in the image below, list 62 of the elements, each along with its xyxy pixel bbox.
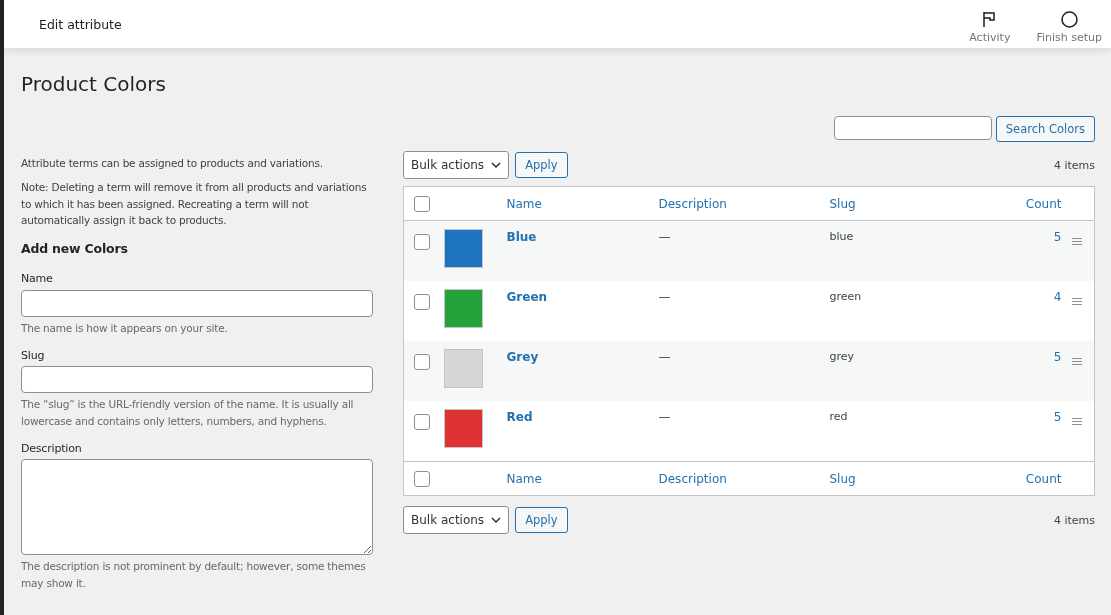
term-name-link[interactable]: Red <box>506 410 533 424</box>
circle-icon <box>1060 10 1078 28</box>
items-count: 4 items <box>1053 513 1095 527</box>
page-heading: Edit attribute <box>39 16 122 32</box>
input-field[interactable] <box>21 289 373 317</box>
table-cell: — <box>658 350 671 364</box>
help-text: The description is not prominent by default; however, some themes may show it. <box>21 559 367 592</box>
bulk-actions-dropdown[interactable]: Bulk actions <box>403 506 510 534</box>
column-header-link[interactable]: Slug <box>829 196 856 211</box>
column-header-link[interactable]: Description <box>658 471 727 486</box>
term-name-link[interactable]: Green <box>506 290 548 304</box>
items-count: 4 items <box>1053 158 1095 172</box>
checkbox[interactable] <box>414 354 430 370</box>
product-total-link[interactable]: 4 <box>1053 290 1062 304</box>
form-heading: Add new Colors <box>21 240 129 259</box>
field-label: Slug <box>21 347 46 364</box>
apply-button[interactable]: Apply <box>515 507 568 533</box>
checkbox[interactable] <box>414 234 430 250</box>
table-cell: green <box>829 290 862 303</box>
input-field[interactable] <box>21 366 373 394</box>
search-button[interactable]: Search Colors <box>995 116 1095 142</box>
header-action-link[interactable]: Finish setup <box>1036 4 1102 44</box>
term-name-link[interactable]: Grey <box>506 350 539 364</box>
help-text: The name is how it appears on your site. <box>21 320 229 336</box>
drag-handle-icon[interactable] <box>1072 418 1082 425</box>
field-label: Description <box>21 440 83 457</box>
search-field[interactable] <box>833 116 992 140</box>
help-text: The “slug” is the URL-friendly version of the name. It is usually all lowercase and contains only letters, numbers, and hyphens. <box>21 397 355 429</box>
table-cell: red <box>829 410 848 423</box>
checkbox[interactable] <box>414 470 430 487</box>
column-header-link[interactable]: Name <box>506 471 542 486</box>
table-cell: grey <box>829 350 855 363</box>
column-header-link[interactable]: Slug <box>829 471 856 486</box>
drag-handle-icon[interactable] <box>1072 238 1082 245</box>
note-text: Note: Deleting a term will remove it from all products and variations to which it has been assigned. Recreating a term will not automatically assign it back to products. <box>21 179 368 229</box>
flag-icon <box>981 10 998 28</box>
page-title: Product Colors <box>21 72 167 96</box>
product-total-link[interactable]: 5 <box>1053 350 1062 364</box>
bulk-actions-dropdown[interactable]: Bulk actions <box>403 151 510 179</box>
drag-handle-icon[interactable] <box>1072 298 1082 305</box>
checkbox[interactable] <box>414 414 430 430</box>
term-name-link[interactable]: Blue <box>506 230 537 244</box>
table-cell: blue <box>829 230 854 243</box>
textarea-field[interactable] <box>21 459 373 556</box>
column-header-link[interactable]: Description <box>658 196 727 211</box>
product-total-link[interactable]: 5 <box>1053 230 1062 244</box>
checkbox[interactable] <box>414 195 430 212</box>
table-cell: — <box>658 410 671 424</box>
intro-text: Attribute terms can be assigned to products and variations. <box>21 156 324 171</box>
column-header-link[interactable]: Name <box>506 196 542 211</box>
chevron-down-icon <box>491 517 502 523</box>
product-total-link[interactable]: 5 <box>1053 410 1062 424</box>
table-cell: — <box>658 290 671 304</box>
header-action-link[interactable]: Activity <box>969 4 1011 44</box>
table-cell: — <box>658 230 671 244</box>
checkbox[interactable] <box>414 294 430 310</box>
column-header-link[interactable]: Count <box>1025 196 1062 211</box>
drag-handle-icon[interactable] <box>1072 358 1082 365</box>
chevron-down-icon <box>491 162 502 168</box>
field-label: Name <box>21 271 54 288</box>
apply-button[interactable]: Apply <box>515 152 568 178</box>
column-header-link[interactable]: Count <box>1025 471 1062 486</box>
